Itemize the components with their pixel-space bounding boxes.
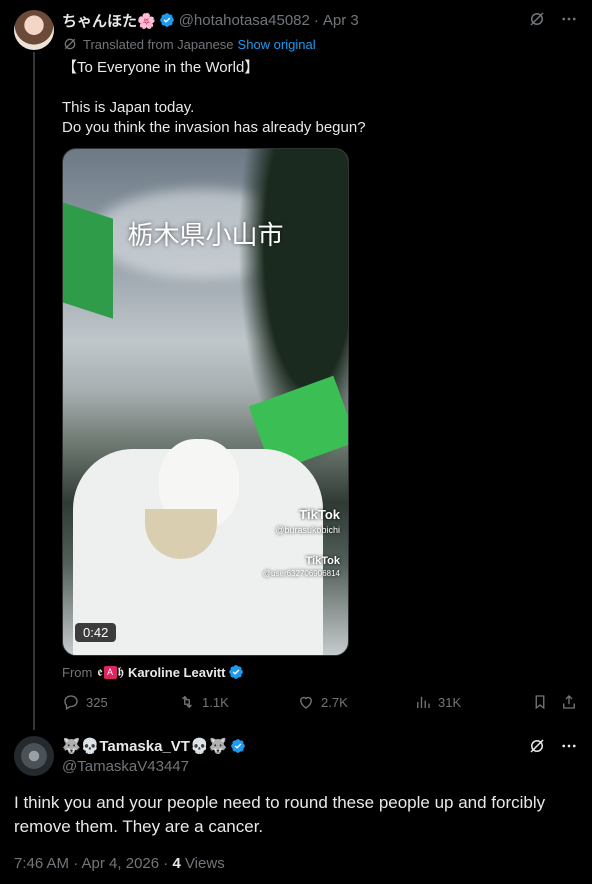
video-thumbnail[interactable]: 栃木県小山市 TikTok @burasukobichi TikTok @use… — [62, 148, 349, 656]
translation-notice: Translated from Japanese Show original — [62, 36, 316, 52]
from-prefix: 𝖊 — [97, 664, 103, 679]
repost-icon — [182, 695, 192, 709]
author-name[interactable]: ちゃんほた🌸 — [62, 10, 156, 31]
video-caption: 栃木県小山市 — [127, 221, 284, 251]
tiktok-watermark: TikTok — [305, 555, 340, 567]
video-duration: 0:42 — [75, 623, 117, 642]
translated-label: Translated from Japanese — [83, 36, 234, 52]
verified-badge-icon — [229, 665, 244, 679]
bookmark-icon — [535, 695, 545, 710]
reply-meta: 7:46 AM · Apr 4, 2026 · 4 Views — [14, 855, 225, 872]
from-badge: A — [103, 665, 117, 679]
grok-icon[interactable] — [528, 737, 546, 755]
author-handle[interactable]: @hotahotasa45082 — [179, 12, 310, 29]
reply-button[interactable]: 325 — [62, 693, 108, 711]
from-label: From — [62, 664, 93, 680]
like-button[interactable]: 2.7K — [297, 693, 348, 711]
reply-views-label: Views — [180, 855, 225, 872]
post-text-line: 【To Everyone in the World】 — [62, 59, 260, 76]
tiktok-watermark: TikTok — [299, 507, 340, 522]
show-original-link[interactable]: Show original — [238, 37, 316, 52]
reply-author-handle[interactable]: @TamaskaV43447 — [62, 758, 189, 775]
source-account-name[interactable]: Karoline Leavitt — [128, 665, 226, 680]
bookmark-button[interactable] — [531, 693, 555, 711]
reply-header: 🐺💀Tamaska_VT💀🐺 — [62, 737, 250, 755]
video-source: From 𝖊 A 𝖍 Karoline Leavitt — [62, 664, 248, 680]
views-button[interactable]: 31K — [414, 693, 461, 711]
thread-line — [33, 52, 35, 730]
reply-text: I think you and your people need to roun… — [14, 791, 574, 839]
reply-author-name[interactable]: 🐺💀Tamaska_VT💀🐺 — [62, 737, 227, 755]
reply-icon — [64, 695, 78, 710]
views-icon — [417, 696, 430, 708]
reply-views-count: 4 — [172, 855, 181, 872]
post-text-line — [62, 78, 562, 98]
author-avatar[interactable] — [14, 10, 54, 50]
post-text-line: Do you think the invasion has already be… — [62, 119, 366, 136]
more-icon[interactable] — [560, 10, 578, 28]
post-text: 【To Everyone in the World】 This is Japan… — [62, 58, 562, 138]
verified-badge-icon — [159, 13, 174, 27]
repost-button[interactable]: 1.1K — [178, 693, 229, 711]
separator-dot: · — [313, 11, 319, 29]
translate-icon — [64, 38, 76, 50]
post-top-actions — [528, 10, 578, 28]
verified-badge-icon — [231, 739, 246, 753]
share-icon — [563, 695, 575, 709]
heart-icon — [300, 696, 312, 709]
post-header: ちゃんほた🌸 @hotahotasa45082 · Apr 3 — [62, 10, 359, 30]
reply-text-line: remove them. They are a cancer. — [14, 817, 264, 836]
reply-timestamp[interactable]: 7:46 AM · Apr 4, 2026 · — [14, 855, 172, 872]
tiktok-watermark-user: @burasukobichi — [275, 525, 340, 535]
from-glyph: 𝖍 — [117, 664, 124, 679]
reply-author-avatar[interactable] — [14, 736, 54, 776]
grok-icon[interactable] — [528, 10, 546, 28]
like-count: 2.7K — [321, 694, 348, 710]
more-icon[interactable] — [560, 737, 578, 755]
reply-text-line: I think you and your people need to roun… — [14, 793, 546, 812]
reply-top-actions — [528, 737, 578, 755]
repost-count: 1.1K — [202, 694, 229, 710]
reply-count: 325 — [86, 694, 108, 710]
views-count: 31K — [438, 694, 462, 710]
post-text-line: This is Japan today. — [62, 99, 195, 116]
tiktok-watermark-user: @user632706906814 — [262, 569, 340, 578]
post-date[interactable]: Apr 3 — [323, 12, 359, 29]
share-button[interactable] — [560, 693, 584, 711]
post-action-bar: 325 1.1K 2.7K 31K — [62, 693, 582, 713]
